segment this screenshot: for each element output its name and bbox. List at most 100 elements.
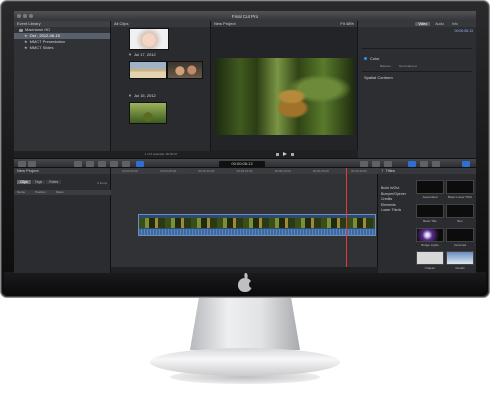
column-position[interactable]: Position (35, 190, 46, 195)
video-preview[interactable] (215, 58, 354, 135)
title-thumbnail-label: Boo (457, 219, 463, 223)
title-thumbnail-label: Assembled (422, 195, 438, 199)
enhance-button[interactable] (86, 161, 94, 167)
generators-browser-button[interactable] (420, 161, 428, 167)
title-thumbnail-label: Basic Title (423, 219, 437, 223)
titles-browser: T Titles Build In/Out Bumper/Opener Cred… (378, 168, 476, 273)
title-thumbnail-label: Chapter (424, 266, 436, 270)
divider (362, 48, 472, 49)
divider (362, 71, 472, 72)
ruler-tick-label: 00:00:05:00 (160, 169, 177, 173)
library-footer (14, 151, 111, 158)
event-library: Event Library Macintosh HD ★ Oct - 2012-… (14, 21, 111, 158)
title-thumbnail-label: Centered (453, 243, 467, 247)
title-thumbnail[interactable] (446, 180, 474, 194)
clip-thumbnail[interactable] (129, 61, 167, 79)
next-edit-icon[interactable] (290, 152, 294, 156)
browser-footer: 1 of 6 selected, 00:00:37 (111, 151, 211, 158)
zoom-window-button[interactable] (29, 14, 33, 18)
index-column-headers: Name Position Notes (14, 190, 111, 195)
balance-value: Not Analyzed (398, 64, 417, 68)
title-thumbnail[interactable] (416, 180, 444, 194)
color-row[interactable]: Color (364, 56, 380, 61)
minimize-window-button[interactable] (23, 14, 27, 18)
title-category[interactable]: Build In/Out (381, 186, 406, 191)
play-icon[interactable] (282, 152, 287, 156)
timeline-audio-waveform (139, 229, 375, 235)
ruler-tick-label: 00:00:30:00 (350, 169, 367, 173)
connect-clip-button[interactable] (98, 161, 106, 167)
viewer-header: New Project Fit 48% (211, 21, 357, 27)
timeline-video-clip[interactable] (139, 218, 375, 228)
tab-tags[interactable]: Tags (31, 180, 46, 184)
library-event-item[interactable]: ★ MMCT Slides (14, 45, 110, 51)
append-clip-button[interactable] (122, 161, 130, 167)
tab-audio[interactable]: Audio (432, 22, 447, 26)
title-category[interactable]: Lower Thirds (381, 208, 406, 213)
title-thumbnail-label: Bridge Lights (421, 243, 439, 247)
zoom-level: 48% (345, 21, 354, 26)
timeline[interactable]: 00:00:00:00 00:00:05:00 00:00:10:00 00:0… (111, 168, 378, 273)
date-group-header[interactable]: ▼ Jul 15, 2012 (125, 93, 156, 99)
select-tool-button[interactable] (136, 161, 144, 167)
spatial-conform-label: Spatial Conform (364, 75, 393, 80)
viewer-zoom-controls[interactable]: Fit 48% (340, 21, 354, 27)
library-toggle-button[interactable] (28, 161, 36, 167)
previous-edit-icon[interactable] (275, 152, 279, 156)
title-bar: Final Cut Pro (14, 11, 476, 21)
music-browser-button[interactable] (384, 161, 392, 167)
title-category[interactable]: Bumper/Opener (381, 192, 406, 197)
clip-thumbnail[interactable] (129, 102, 167, 124)
title-thumbnail-label: Basic Lower Third (448, 195, 472, 199)
column-notes[interactable]: Notes (56, 190, 64, 195)
clip-thumbnail[interactable] (167, 61, 203, 79)
app-title: Final Cut Pro (231, 13, 259, 19)
inspector-toggle-button[interactable] (462, 161, 470, 167)
timeline-ruler[interactable]: 00:00:00:00 00:00:05:00 00:00:10:00 00:0… (111, 168, 378, 174)
close-window-button[interactable] (17, 14, 21, 18)
date-group-label: Jul 15, 2012 (133, 93, 156, 98)
top-panels: Event Library Macintosh HD ★ Oct - 2012-… (14, 21, 476, 158)
keyword-button[interactable] (74, 161, 82, 167)
event-star-icon: ★ (24, 45, 28, 50)
playhead[interactable] (346, 168, 347, 273)
inspector-timecode: 00:00:06:13 (454, 29, 474, 33)
viewer-title: New Project (214, 21, 236, 26)
title-thumbnail[interactable] (446, 204, 474, 218)
event-browser: All Clips ▼ Jul 17, 2012 ▼ Jul 15, 2012 … (111, 21, 211, 158)
title-thumbnail[interactable] (416, 204, 444, 218)
title-thumbnail[interactable] (446, 251, 474, 265)
date-group-header[interactable]: ▼ Jul 17, 2012 (125, 52, 156, 58)
title-category[interactable]: Elements (381, 203, 406, 208)
color-label: Color (370, 56, 380, 61)
index-item-count: 0 items (97, 181, 107, 185)
title-thumbnail[interactable] (416, 228, 444, 242)
titles-browser-button[interactable] (408, 161, 416, 167)
ruler-tick-label: 00:00:00:00 (122, 169, 138, 173)
dashboard-timecode: 00:00:06:13 (219, 161, 265, 167)
themes-browser-button[interactable] (432, 161, 440, 167)
disclosure-triangle-icon: ▼ (128, 93, 132, 98)
tab-clips[interactable]: Clips (17, 180, 31, 184)
enabled-indicator-icon[interactable] (364, 57, 367, 60)
effects-browser-button[interactable] (360, 161, 368, 167)
window-controls (17, 14, 33, 18)
ruler-tick-label: 00:00:15:00 (236, 169, 253, 173)
title-thumbnail[interactable] (446, 228, 474, 242)
title-category[interactable]: Credits (381, 197, 406, 202)
clip-thumbnail[interactable] (129, 28, 169, 50)
tab-info[interactable]: Info (449, 22, 461, 26)
title-thumbnail-label: Clouds (455, 266, 465, 270)
import-button[interactable] (18, 161, 26, 167)
photos-browser-button[interactable] (372, 161, 380, 167)
title-thumbnail[interactable] (416, 251, 444, 265)
index-tabs: Clips Tags Roles (17, 180, 62, 184)
column-name[interactable]: Name (17, 190, 25, 195)
main-toolbar: 00:00:06:13 (14, 158, 476, 168)
disclosure-triangle-icon: ▼ (128, 52, 132, 57)
spatial-conform-row[interactable]: Spatial Conform (364, 75, 393, 80)
balance-row: Balance Not Analyzed (380, 64, 417, 68)
tab-video[interactable]: Video (415, 22, 431, 26)
tab-roles[interactable]: Roles (46, 180, 62, 184)
insert-clip-button[interactable] (110, 161, 118, 167)
